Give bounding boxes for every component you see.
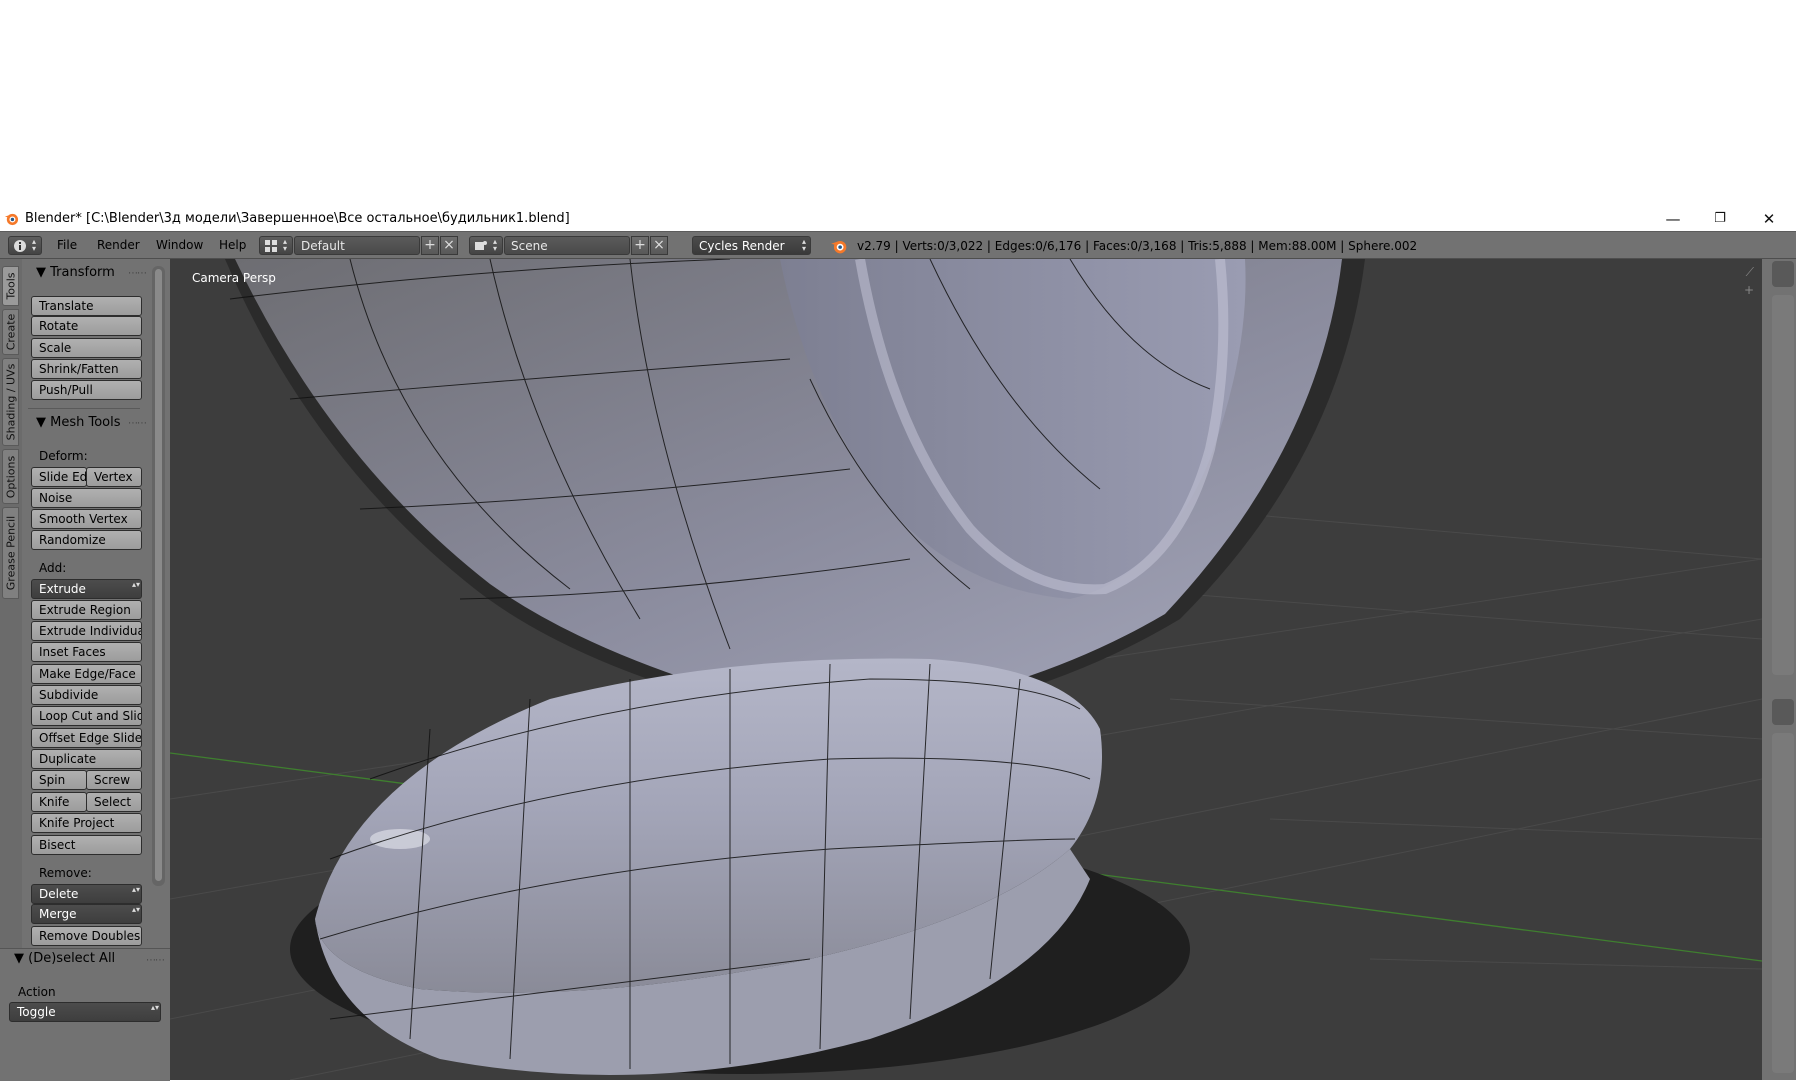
tab-create[interactable]: Create <box>2 309 19 355</box>
extrude-menu[interactable]: Extrude <box>31 579 142 599</box>
scene-button[interactable]: ▴ ▾ <box>469 236 503 255</box>
tab-grease-pencil[interactable]: Grease Pencil <box>2 507 19 599</box>
translate-button[interactable]: Translate <box>31 296 142 316</box>
screen-layout-field[interactable]: Default <box>294 236 420 255</box>
spin-button[interactable]: Spin <box>31 770 87 790</box>
duplicate-button[interactable]: Duplicate <box>31 749 142 769</box>
layout-grid-icon <box>265 240 277 252</box>
remove-label: Remove: <box>39 866 92 880</box>
viewport-plus-icon[interactable]: + <box>1744 283 1754 297</box>
viewport-corner-icon[interactable]: ⟋ <box>1746 265 1754 280</box>
render-engine-label: Cycles Render <box>699 239 785 253</box>
operator-panel-header[interactable]: ▼ (De)select All <box>14 951 115 966</box>
drag-handle-icon[interactable]: ⋯⋯ <box>146 955 165 966</box>
info-icon <box>14 240 26 252</box>
right-editor-strip <box>1762 259 1796 1080</box>
chevron-updown-icon: ▴ ▾ <box>32 237 37 253</box>
knife-project-button[interactable]: Knife Project <box>31 813 142 833</box>
shrink-fatten-button[interactable]: Shrink/Fatten <box>31 359 142 379</box>
knife-button[interactable]: Knife <box>31 792 87 812</box>
drag-handle-icon[interactable]: ⋯⋯ <box>128 418 147 429</box>
add-screen-icon[interactable]: + <box>421 236 439 255</box>
3d-viewport[interactable]: Camera Persp ⟋ + <box>170 259 1762 1080</box>
deform-label: Deform: <box>39 449 88 463</box>
toolshelf-tabs: Tools Create Shading / UVs Options Greas… <box>0 259 23 949</box>
scene-field[interactable]: Scene <box>504 236 630 255</box>
mesh-render <box>170 259 1762 1080</box>
merge-menu[interactable]: Merge <box>31 904 142 924</box>
delete-menu[interactable]: Delete <box>31 884 142 904</box>
noise-button[interactable]: Noise <box>31 488 142 508</box>
slide-edge-button[interactable]: Slide Ed <box>31 467 87 487</box>
window-title: Blender* [C:\Blender\3д модели\Завершенн… <box>25 211 570 226</box>
menu-window[interactable]: Window <box>156 238 203 252</box>
inset-faces-button[interactable]: Inset Faces <box>31 642 142 662</box>
add-label: Add: <box>39 561 67 575</box>
knife-select-button[interactable]: Select <box>86 792 142 812</box>
screen-layout-button[interactable]: ▴ ▾ <box>259 236 293 255</box>
add-scene-icon[interactable]: + <box>631 236 649 255</box>
panel-divider <box>28 408 140 409</box>
scene-icon <box>475 241 487 250</box>
slide-vertex-button[interactable]: Vertex <box>86 467 142 487</box>
mesh-tools-panel-header[interactable]: ▼ Mesh Tools <box>36 415 121 430</box>
scale-button[interactable]: Scale <box>31 338 142 358</box>
info-header: ▴ ▾ File Render Window Help ▴ ▾ Default + … <box>0 231 1796 259</box>
editor-type-button[interactable]: ▴ ▾ <box>8 236 42 255</box>
screw-button[interactable]: Screw <box>86 770 142 790</box>
transform-panel-header[interactable]: ▼ Transform <box>36 265 115 280</box>
push-pull-button[interactable]: Push/Pull <box>31 380 142 400</box>
tab-options[interactable]: Options <box>2 449 19 504</box>
bisect-button[interactable]: Bisect <box>31 835 142 855</box>
menu-help[interactable]: Help <box>219 238 246 252</box>
remove-scene-icon[interactable]: × <box>650 236 668 255</box>
chevron-updown-icon: ▴ ▾ <box>493 237 498 253</box>
remove-doubles-button[interactable]: Remove Doubles <box>31 926 142 946</box>
operator-panel-title: (De)select All <box>28 951 116 966</box>
action-select[interactable]: Toggle <box>9 1002 161 1022</box>
subdivide-button[interactable]: Subdivide <box>31 685 142 705</box>
maximize-button[interactable]: ❐ <box>1697 207 1743 230</box>
blender-logo-icon <box>4 213 19 226</box>
extrude-region-button[interactable]: Extrude Region <box>31 600 142 620</box>
menu-render[interactable]: Render <box>97 238 140 252</box>
view-label: Camera Persp <box>192 271 276 285</box>
transform-panel-title: Transform <box>50 265 115 280</box>
drag-handle-icon[interactable]: ⋯⋯ <box>128 268 147 279</box>
remove-screen-icon[interactable]: × <box>440 236 458 255</box>
outliner-icon[interactable] <box>1772 261 1794 287</box>
minimize-button[interactable]: — <box>1650 207 1696 230</box>
offset-edge-slide-button[interactable]: Offset Edge Slide <box>31 728 142 748</box>
chevron-updown-icon: ▴ ▾ <box>801 237 806 253</box>
extrude-individual-button[interactable]: Extrude Individual <box>31 621 142 641</box>
properties-scrollbar[interactable] <box>1772 733 1794 1073</box>
make-edge-face-button[interactable]: Make Edge/Face <box>31 664 142 684</box>
properties-icon[interactable] <box>1772 699 1794 725</box>
blender-logo-icon <box>831 240 847 254</box>
randomize-button[interactable]: Randomize <box>31 530 142 550</box>
smooth-vertex-button[interactable]: Smooth Vertex <box>31 509 142 529</box>
render-engine-select[interactable]: Cycles Render ▴ ▾ <box>692 236 811 255</box>
tab-shading-uvs[interactable]: Shading / UVs <box>2 358 19 446</box>
close-button[interactable]: ✕ <box>1746 207 1792 230</box>
menu-file[interactable]: File <box>57 238 77 252</box>
scene-statistics: v2.79 | Verts:0/3,022 | Edges:0/6,176 | … <box>857 239 1418 253</box>
tab-tools[interactable]: Tools <box>2 266 19 306</box>
loop-cut-slide-button[interactable]: Loop Cut and Slide <box>31 706 142 726</box>
outliner-scrollbar[interactable] <box>1772 295 1794 675</box>
action-label: Action <box>18 985 56 999</box>
chevron-updown-icon: ▴ ▾ <box>283 237 288 253</box>
window-title-bar: Blender* [C:\Blender\3д модели\Завершенн… <box>0 207 1796 230</box>
tool-panel-scrollbar[interactable] <box>152 266 165 886</box>
mesh-tools-panel-title: Mesh Tools <box>50 415 121 430</box>
rotate-button[interactable]: Rotate <box>31 316 142 336</box>
